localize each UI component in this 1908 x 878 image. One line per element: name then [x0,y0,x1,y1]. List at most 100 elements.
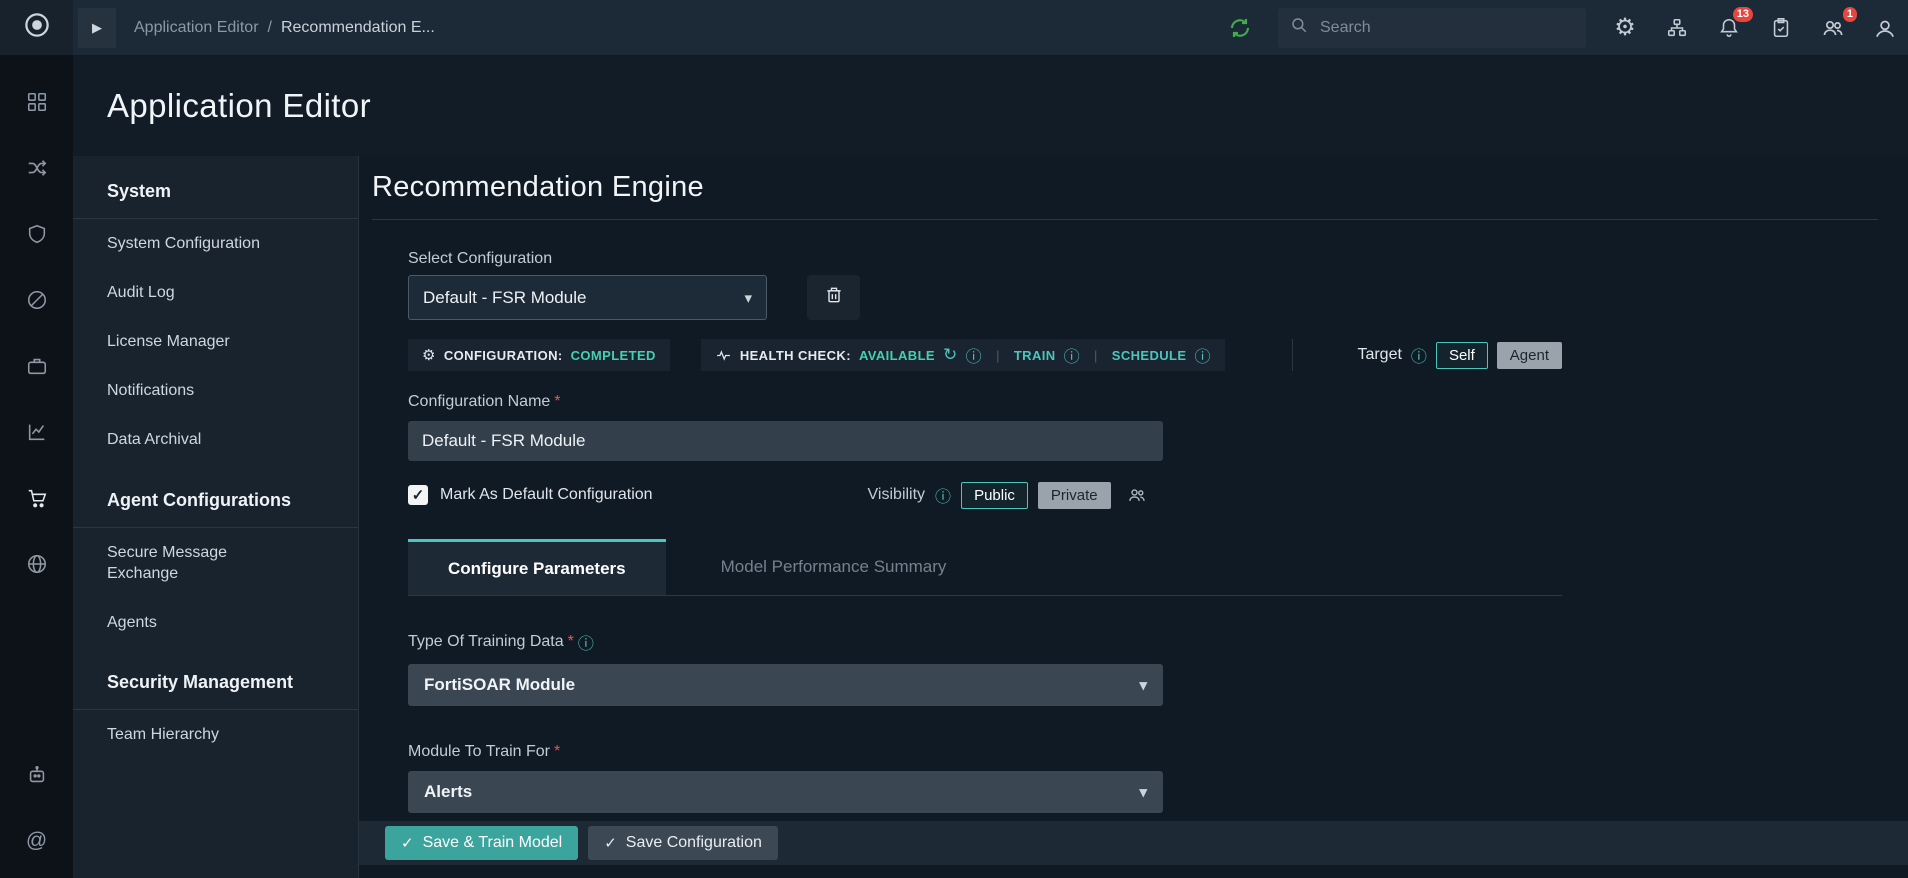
health-check-value: AVAILABLE [859,348,935,363]
breadcrumb-parent[interactable]: Application Editor [134,19,259,37]
target-group: Target ⓘ Self Agent [1292,339,1562,371]
application-editor-page: @ ▶ Application Editor / Recommendation … [0,0,1908,878]
training-data-type-value: FortiSOAR Module [424,675,575,695]
breadcrumb-current: Recommendation E... [281,19,435,37]
training-data-info-icon[interactable]: ⓘ [578,630,594,654]
delete-configuration-button[interactable] [807,275,860,320]
globe-icon[interactable] [25,552,49,576]
sidebar-item-notifications[interactable]: Notifications [73,366,303,415]
sidebar-item-audit-log[interactable]: Audit Log [73,268,303,317]
rail-bottom-icons: @ [25,763,49,878]
sidebar-item-agents[interactable]: Agents [73,598,303,647]
main-content: Recommendation Engine Select Configurati… [359,156,1908,878]
check-icon: ✓ [604,834,617,852]
health-check-chip: HEALTH CHECK: AVAILABLE ↻ ⓘ | TRAIN ⓘ | … [701,339,1225,371]
gear-icon: ⚙ [422,346,436,364]
status-row: ⚙ CONFIGURATION: COMPLETED HEALTH CHECK:… [408,339,1562,371]
shuffle-icon[interactable] [25,156,49,180]
health-info-icon[interactable]: ⓘ [966,343,982,367]
sidebar-item-team-hierarchy[interactable]: Team Hierarchy [73,710,303,759]
select-configuration-row: Default - FSR Module ▾ [408,275,1562,320]
visibility-private-toggle[interactable]: Private [1038,482,1111,509]
target-label: Target [1357,346,1401,364]
chevron-down-icon: ▾ [1139,783,1147,801]
visibility-public-toggle[interactable]: Public [961,482,1028,509]
schedule-link[interactable]: SCHEDULE [1112,348,1187,363]
app-rail: @ [0,0,73,878]
approvals-clipboard-icon[interactable] [1768,15,1794,41]
sidebar-section-system: System [73,156,358,218]
sidebar-item-data-archival[interactable]: Data Archival [73,415,303,464]
settings-gear-icon[interactable]: ⚙ [1612,15,1638,41]
required-mark: * [568,633,574,651]
topbar-actions: ⚙ 13 1 [1228,8,1908,48]
app-logo[interactable] [0,0,73,55]
train-link[interactable]: TRAIN [1014,348,1056,363]
check-icon: ✓ [412,486,425,504]
briefcase-icon[interactable] [25,354,49,378]
robot-icon[interactable] [25,763,49,787]
configuration-select[interactable]: Default - FSR Module ▾ [408,275,767,320]
chevron-down-icon: ▾ [744,289,752,307]
tab-configure-parameters[interactable]: Configure Parameters [408,539,666,595]
notifications-badge: 13 [1733,7,1753,22]
user-avatar-icon[interactable] [1872,15,1898,41]
settings-sidebar: System System Configuration Audit Log Li… [73,156,359,878]
chart-icon[interactable] [25,420,49,444]
separator: | [996,348,1000,363]
sync-status-icon[interactable] [1228,16,1252,40]
top-bar: ▶ Application Editor / Recommendation E.… [73,0,1908,55]
compass-icon[interactable] [25,288,49,312]
required-mark: * [554,743,560,761]
tab-model-performance-summary[interactable]: Model Performance Summary [666,539,1002,595]
team-icon[interactable] [1127,485,1147,505]
app-logo-icon [22,10,52,45]
configuration-status-label: CONFIGURATION: [444,348,563,363]
train-info-icon[interactable]: ⓘ [1064,343,1080,367]
org-chart-icon[interactable] [1664,15,1690,41]
target-info-icon[interactable]: ⓘ [1411,343,1427,367]
search-input[interactable] [1318,18,1574,38]
pending-users-badge: 1 [1843,7,1857,22]
footer-action-bar: ✓ Save & Train Model ✓ Save Configuratio… [359,821,1908,865]
shield-icon[interactable] [25,222,49,246]
divider [372,219,1878,220]
check-icon: ✓ [401,834,414,852]
module-to-train-dropdown[interactable]: Alerts ▾ [408,771,1163,813]
pending-users-icon[interactable]: 1 [1820,15,1846,41]
sidebar-item-license-manager[interactable]: License Manager [73,317,303,366]
section-title: Recommendation Engine [372,156,1908,204]
cart-icon[interactable] [25,486,49,510]
sidebar-item-system-configuration[interactable]: System Configuration [73,219,303,268]
sidebar-item-secure-message-exchange[interactable]: Secure Message Exchange [73,528,303,598]
select-configuration-label: Select Configuration [408,250,1562,268]
training-data-type-dropdown[interactable]: FortiSOAR Module ▾ [408,664,1163,706]
dashboard-grid-icon[interactable] [25,90,49,114]
save-and-train-button[interactable]: ✓ Save & Train Model [385,826,578,860]
mark-default-checkbox[interactable]: ✓ [408,485,428,505]
sidebar-expand-button[interactable]: ▶ [78,8,116,48]
mark-default-label: Mark As Default Configuration [440,486,653,504]
configuration-status-chip: ⚙ CONFIGURATION: COMPLETED [408,339,670,371]
notifications-bell-icon[interactable]: 13 [1716,15,1742,41]
recommendation-engine-form: Select Configuration Default - FSR Modul… [408,250,1562,813]
refresh-icon[interactable]: ↻ [943,345,958,365]
target-self-toggle[interactable]: Self [1436,342,1488,369]
mentions-icon[interactable]: @ [25,829,49,853]
breadcrumb: Application Editor / Recommendation E... [134,19,435,37]
search-icon [1290,16,1308,39]
health-check-icon [715,347,732,364]
sidebar-section-agent-configurations: Agent Configurations [73,465,358,527]
schedule-info-icon[interactable]: ⓘ [1194,343,1210,367]
separator: | [1094,348,1098,363]
visibility-info-icon[interactable]: ⓘ [935,483,951,507]
health-check-label: HEALTH CHECK: [740,348,851,363]
save-configuration-button[interactable]: ✓ Save Configuration [588,826,778,860]
configuration-name-input[interactable] [408,421,1163,461]
global-search [1278,8,1586,48]
module-to-train-label: Module To Train For * [408,743,1562,761]
page-header: Application Editor [73,55,1908,156]
target-agent-toggle[interactable]: Agent [1497,342,1562,369]
chevron-down-icon: ▾ [1139,676,1147,694]
visibility-label: Visibility [868,486,926,504]
